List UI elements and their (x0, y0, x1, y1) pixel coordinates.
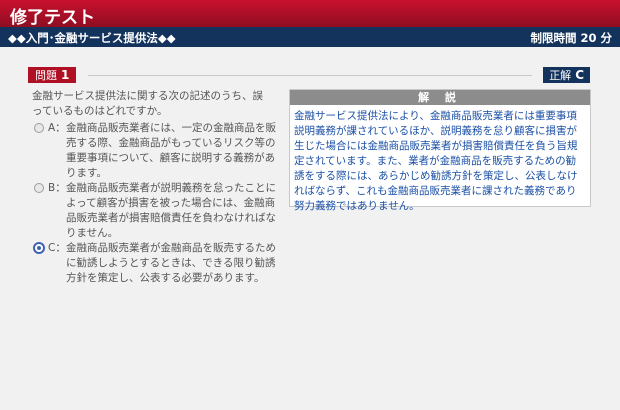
option-a-text: 金融商品販売業者には、一定の金融商品を販売する際、金融商品がもっているリスク等の… (66, 122, 276, 179)
explanation-title: 解 説 (290, 90, 590, 105)
time-limit: 制限時間 20 分 (530, 30, 612, 46)
explanation-panel: 解 説 金融サービス提供法により、金融商品販売業者には重要事項説明義務が課されて… (289, 89, 591, 212)
option-a-letter: A： (48, 122, 66, 134)
question-badge-label: 問題 (35, 69, 57, 82)
time-limit-value: 20 分 (580, 31, 612, 45)
header-divider (88, 75, 532, 76)
course-title: ◆◆入門･金融サービス提供法◆◆ (8, 31, 176, 45)
app-title: 修了テスト (10, 8, 95, 28)
question-number: 1 (61, 68, 70, 82)
answer-badge: 正解 C (543, 67, 590, 83)
title-bar: 修了テスト (0, 0, 620, 28)
answer-value: C (575, 68, 584, 82)
option-a-radio[interactable] (34, 123, 44, 133)
time-limit-label: 制限時間 (530, 31, 577, 45)
question-prompt: 金融サービス提供法に関する次の記述のうち、誤っているものはどれですか。 (32, 90, 263, 117)
option-c-radio[interactable] (33, 242, 45, 254)
option-c-letter: C： (48, 242, 66, 254)
option-c-text: 金融商品販売業者が金融商品を販売するために勧誘しようとするときは、できる限り勧誘… (66, 242, 276, 284)
explanation-body: 金融サービス提供法により、金融商品販売業者には重要事項説明義務が課されているほか… (294, 110, 578, 212)
option-a[interactable]: A： 金融商品販売業者には、一定の金融商品を販売する際、金融商品がもっているリス… (34, 121, 284, 181)
option-b-letter: B： (48, 182, 66, 194)
option-b[interactable]: B： 金融商品販売業者が説明義務を怠ったことによって顧客が損害を被った場合には、… (34, 181, 284, 241)
question-badge: 問題 1 (28, 67, 77, 83)
answer-label: 正解 (549, 69, 572, 82)
option-c[interactable]: C： 金融商品販売業者が金融商品を販売するために勧誘しようとするときは、できる限… (33, 241, 284, 286)
option-b-radio[interactable] (34, 183, 44, 193)
option-b-text: 金融商品販売業者が説明義務を怠ったことによって顧客が損害を被った場合には、金融商… (66, 182, 276, 239)
